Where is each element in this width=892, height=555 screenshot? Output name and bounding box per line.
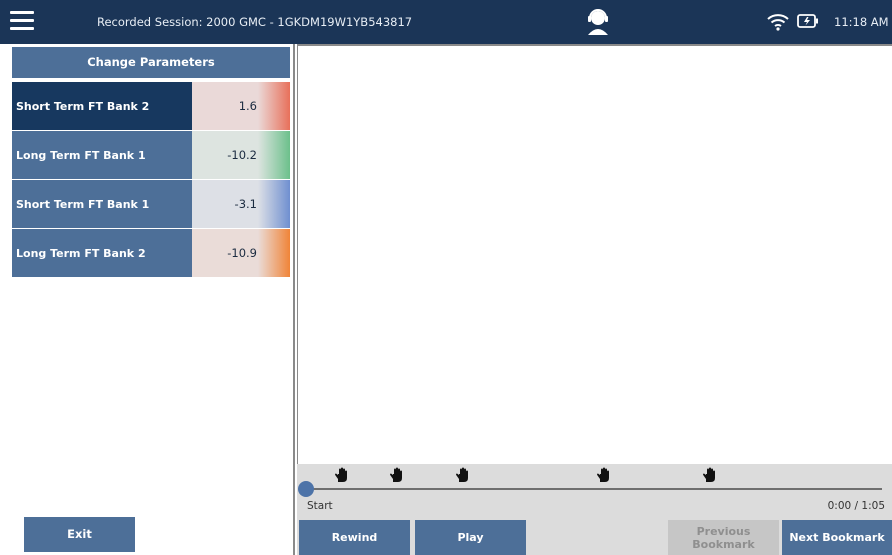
param-value: -10.2 [227,148,257,162]
start-label: Start [307,500,333,512]
time-readout: 0:00 / 1:05 [827,500,885,512]
param-row-long-term-ft-bank-1[interactable]: Long Term FT Bank 1 -10.2 [12,131,290,179]
bookmark-hand-icon[interactable] [597,467,611,483]
bookmark-hand-icon[interactable] [703,467,717,483]
playhead-handle[interactable] [298,481,314,497]
param-value-cell: 1.6 [192,82,290,130]
clock: 11:18 AM [834,15,889,29]
series-color-swatch [258,229,290,277]
param-value: -10.9 [227,246,257,260]
session-title: Recorded Session: 2000 GMC - 1GKDM19W1YB… [97,15,413,29]
timeline-track[interactable] [307,488,882,490]
param-value: 1.6 [238,99,257,113]
exit-button[interactable]: Exit [24,517,135,552]
param-value-cell: -10.2 [192,131,290,179]
param-row-short-term-ft-bank-2[interactable]: Short Term FT Bank 2 1.6 [12,82,290,130]
param-value: -3.1 [234,197,257,211]
wifi-icon [767,14,789,31]
param-name: Short Term FT Bank 2 [12,82,192,130]
menu-icon[interactable] [10,11,34,31]
graph-area [297,44,892,464]
bookmark-hand-icon[interactable] [456,467,470,483]
series-color-swatch [258,180,290,228]
param-name: Short Term FT Bank 1 [12,180,192,228]
top-bar: Recorded Session: 2000 GMC - 1GKDM19W1YB… [0,0,892,44]
battery-charging-icon [797,14,818,28]
param-name: Long Term FT Bank 2 [12,229,192,277]
rewind-button[interactable]: Rewind [299,520,410,555]
series-color-swatch [258,131,290,179]
play-button[interactable]: Play [415,520,526,555]
next-bookmark-button[interactable]: Next Bookmark [782,520,892,555]
previous-bookmark-button[interactable]: Previous Bookmark [668,520,779,555]
playback-timeline: Start 0:00 / 1:05 [297,464,892,519]
support-headset-icon[interactable] [585,8,611,36]
param-name: Long Term FT Bank 1 [12,131,192,179]
param-value-cell: -10.9 [192,229,290,277]
playback-controls: Rewind Play Previous Bookmark Next Bookm… [297,519,892,555]
param-row-long-term-ft-bank-2[interactable]: Long Term FT Bank 2 -10.9 [12,229,290,277]
parameter-panel: Change Parameters Short Term FT Bank 2 1… [0,44,295,555]
series-color-swatch [258,82,290,130]
param-value-cell: -3.1 [192,180,290,228]
bookmark-hand-icon[interactable] [335,467,349,483]
change-parameters-button[interactable]: Change Parameters [12,47,290,78]
bookmark-hand-icon[interactable] [390,467,404,483]
param-row-short-term-ft-bank-1[interactable]: Short Term FT Bank 1 -3.1 [12,180,290,228]
